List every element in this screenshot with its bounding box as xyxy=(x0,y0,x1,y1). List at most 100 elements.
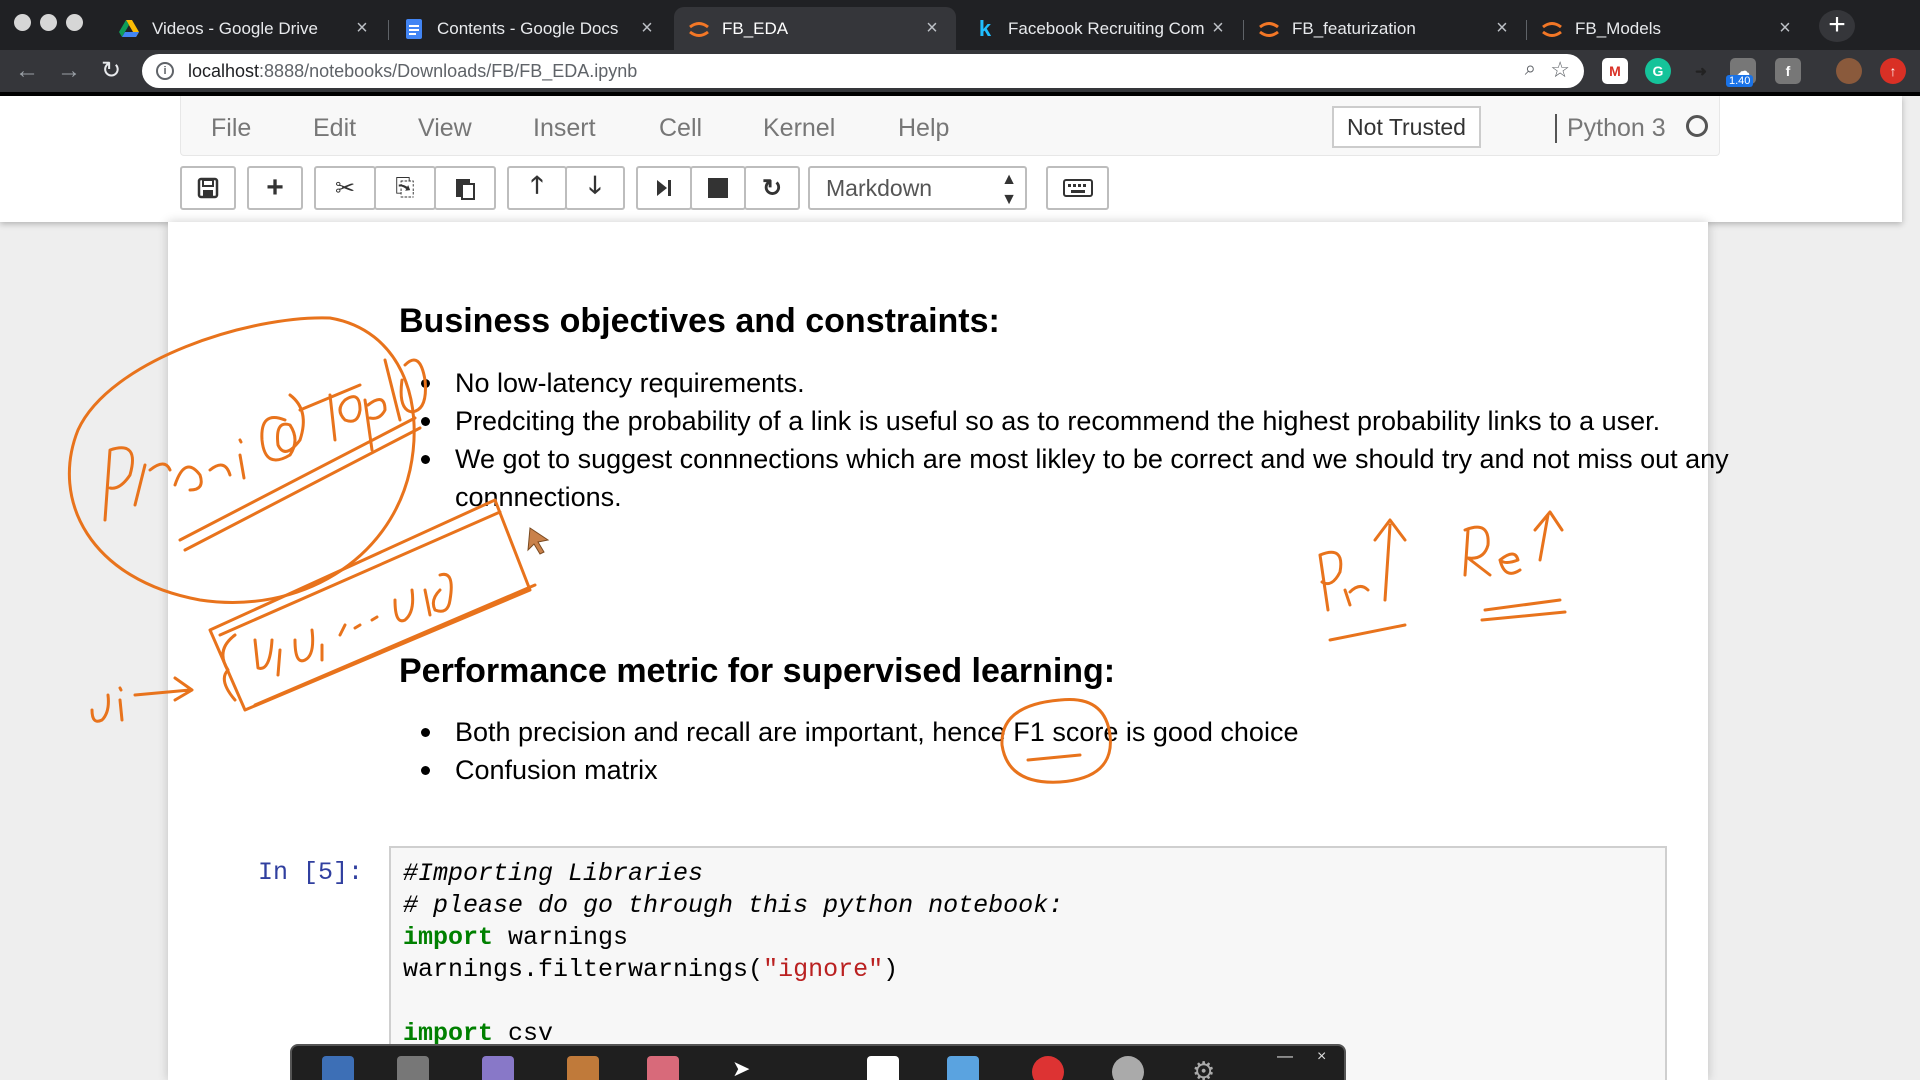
facebook-extension-icon[interactable]: f xyxy=(1775,58,1801,84)
url-bar[interactable]: i localhost:8888/notebooks/Downloads/FB/… xyxy=(142,54,1584,88)
cut-cell-button[interactable]: ✂ xyxy=(314,166,376,210)
move-down-button[interactable]: 🡓 xyxy=(565,166,625,210)
reload-icon[interactable]: ↻ xyxy=(96,56,126,86)
google-docs-icon xyxy=(403,18,425,40)
paste-icon xyxy=(456,179,475,200)
code-line: import warnings xyxy=(403,922,1653,954)
grammarly-extension-icon[interactable]: G xyxy=(1645,58,1671,84)
tab-title: Videos - Google Drive xyxy=(152,18,318,38)
select-tool-icon[interactable]: ➤ xyxy=(732,1056,764,1080)
list-item: We got to suggest connnections which are… xyxy=(399,440,1819,516)
browser-tab[interactable]: Contents - Google Docs × xyxy=(389,7,671,50)
forward-arrow-icon[interactable]: → xyxy=(54,56,84,86)
close-tab-icon[interactable]: × xyxy=(922,17,942,40)
toolbar-minimize-icon[interactable]: — xyxy=(1277,1048,1293,1066)
run-cell-button[interactable] xyxy=(636,166,692,210)
code-keyword: import xyxy=(403,923,494,952)
highlighter-tool-icon[interactable] xyxy=(397,1056,429,1080)
maximize-window-button[interactable] xyxy=(66,14,83,31)
update-alert-icon[interactable]: ↑ xyxy=(1880,58,1906,84)
bullet-list: Both precision and recall are important,… xyxy=(399,713,1819,789)
browser-tab[interactable]: FB_Models × xyxy=(1527,7,1809,50)
new-tab-button[interactable]: + xyxy=(1819,10,1855,42)
kaggle-icon: k xyxy=(978,15,992,41)
code-line: warnings.filterwarnings("ignore") xyxy=(403,954,1653,986)
whiteboard-tool-icon[interactable] xyxy=(867,1056,899,1080)
paste-cell-button[interactable] xyxy=(434,166,496,210)
interrupt-kernel-button[interactable] xyxy=(690,166,746,210)
code-string: "ignore" xyxy=(763,955,884,984)
google-drive-icon xyxy=(118,18,140,40)
bullet-list: No low-latency requirements. Predciting … xyxy=(399,364,1819,516)
save-icon xyxy=(197,177,219,199)
copy-cell-button[interactable]: ⎘ xyxy=(374,166,436,210)
keyboard-icon xyxy=(1062,179,1093,197)
command-palette-button[interactable] xyxy=(1046,166,1109,210)
close-window-button[interactable] xyxy=(14,14,31,31)
cell-type-select[interactable]: Markdown ▲ ▼ xyxy=(808,166,1027,210)
restart-kernel-button[interactable]: ↻ xyxy=(744,166,800,210)
close-tab-icon[interactable]: × xyxy=(352,17,372,40)
bookmark-star-icon[interactable]: ☆ xyxy=(1550,57,1570,83)
insert-cell-button[interactable]: + xyxy=(247,166,303,210)
run-icon xyxy=(657,180,671,196)
profile-avatar[interactable] xyxy=(1836,58,1862,84)
browser-tab[interactable]: Videos - Google Drive × xyxy=(104,7,386,50)
trust-button[interactable]: Not Trusted xyxy=(1332,106,1481,148)
tab-title: FB_featurization xyxy=(1292,18,1416,38)
close-tab-icon[interactable]: × xyxy=(1775,17,1795,40)
section-heading: Business objectives and constraints: xyxy=(399,302,1000,340)
notebook-container: Business objectives and constraints: No … xyxy=(168,222,1729,1080)
kernel-name: Python 3 xyxy=(1555,114,1666,143)
save-button[interactable] xyxy=(180,166,236,210)
back-arrow-icon[interactable]: ← xyxy=(12,56,42,86)
camera-tool-icon[interactable] xyxy=(1112,1056,1144,1080)
pen-tool-icon[interactable] xyxy=(567,1056,599,1080)
menu-help[interactable]: Help xyxy=(898,114,949,143)
browser-tab-bar: Videos - Google Drive × Contents - Googl… xyxy=(0,0,1920,50)
tab-title: FB_Models xyxy=(1575,18,1661,38)
zoom-icon[interactable]: ⌕ xyxy=(1525,58,1536,81)
close-tab-icon[interactable]: × xyxy=(1208,17,1228,40)
pointer-tool-icon[interactable] xyxy=(322,1056,354,1080)
move-up-button[interactable]: 🡑 xyxy=(507,166,567,210)
jupyter-icon xyxy=(688,18,710,40)
code-comment: # please do go through this python noteb… xyxy=(403,891,1064,920)
menu-cell[interactable]: Cell xyxy=(659,114,702,143)
menu-edit[interactable]: Edit xyxy=(313,114,356,143)
kernel-status-icon xyxy=(1686,115,1708,137)
minimize-window-button[interactable] xyxy=(40,14,57,31)
list-item: Predciting the probability of a link is … xyxy=(399,402,1819,440)
shape-tool-icon[interactable] xyxy=(947,1056,979,1080)
code-comment: #Importing Libraries xyxy=(403,859,704,888)
url-host: localhost xyxy=(188,61,260,81)
code-module: warnings xyxy=(493,923,629,952)
jupyter-header: File Edit View Insert Cell Kernel Help N… xyxy=(0,96,1902,222)
menu-view[interactable]: View xyxy=(418,114,472,143)
marker-tool-icon[interactable] xyxy=(482,1056,514,1080)
browser-tab[interactable]: FB_featurization × xyxy=(1244,7,1526,50)
close-tab-icon[interactable]: × xyxy=(1492,17,1512,40)
cell-prompt: In [5]: xyxy=(258,858,364,887)
url-text: localhost:8888/notebooks/Downloads/FB/FB… xyxy=(188,61,637,82)
toolbar-close-icon[interactable]: × xyxy=(1317,1048,1326,1066)
menu-file[interactable]: File xyxy=(211,114,251,143)
jupyter-menubar: File Edit View Insert Cell Kernel Help N… xyxy=(180,96,1720,156)
jupyter-icon xyxy=(1541,18,1563,40)
code-call: warnings.filterwarnings( xyxy=(403,955,764,984)
browser-tab-active[interactable]: FB_EDA × xyxy=(674,7,956,50)
jupyter-icon xyxy=(1258,18,1280,40)
browser-tab[interactable]: k Facebook Recruiting Com × xyxy=(960,7,1242,50)
arrow-extension-icon[interactable]: ➜ xyxy=(1688,58,1714,84)
settings-gear-icon[interactable]: ⚙ xyxy=(1192,1056,1224,1080)
menu-kernel[interactable]: Kernel xyxy=(763,114,835,143)
gmail-extension-icon[interactable]: M xyxy=(1602,58,1628,84)
close-tab-icon[interactable]: × xyxy=(637,17,657,40)
site-info-icon[interactable]: i xyxy=(156,62,174,80)
tab-title: Contents - Google Docs xyxy=(437,18,619,38)
record-tool-icon[interactable] xyxy=(1032,1056,1064,1080)
menu-insert[interactable]: Insert xyxy=(533,114,596,143)
tab-title: Facebook Recruiting Com xyxy=(1008,18,1205,38)
eraser-tool-icon[interactable] xyxy=(647,1056,679,1080)
